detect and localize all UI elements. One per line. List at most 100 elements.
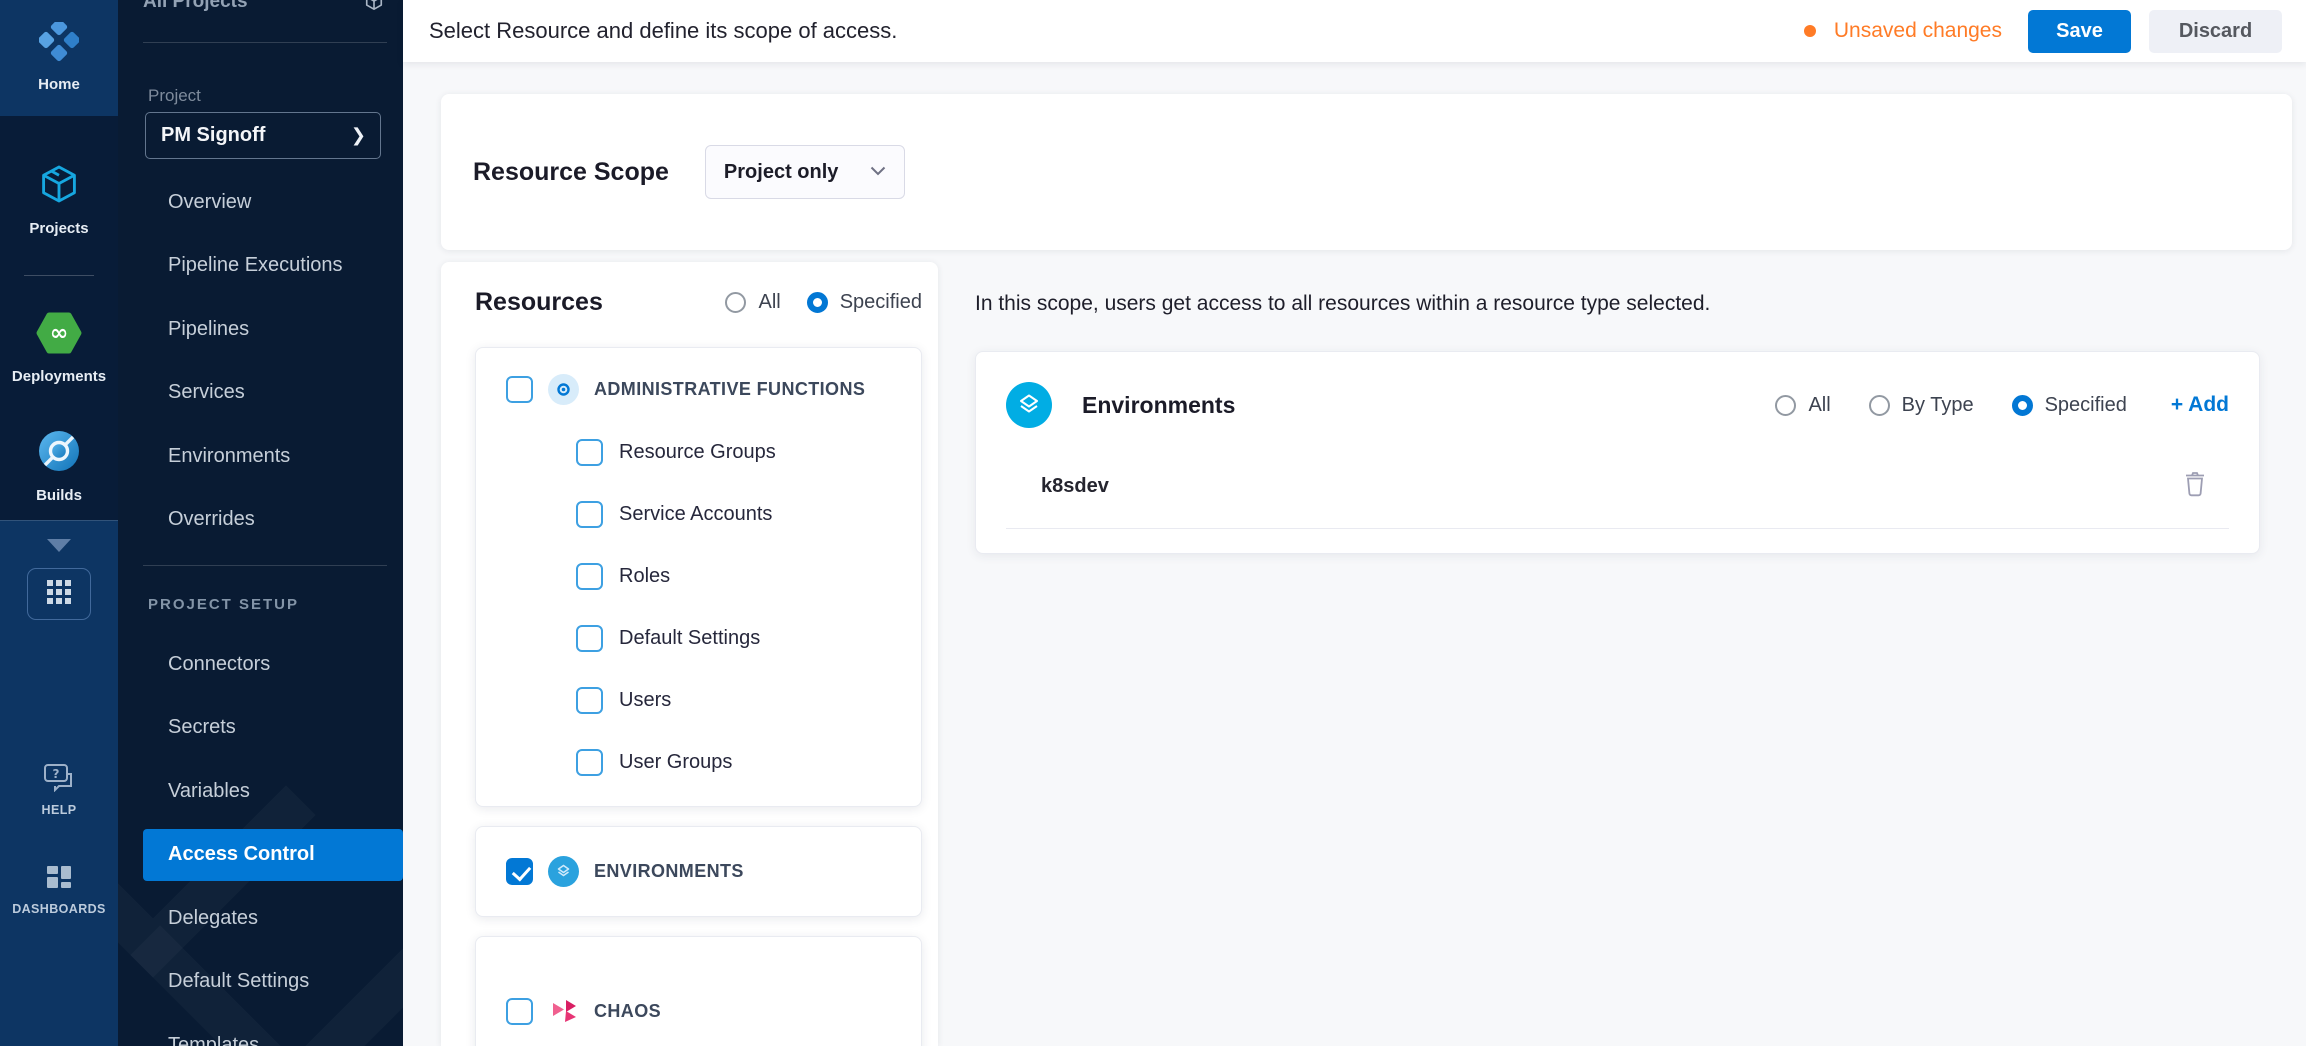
radio-label: Specified xyxy=(840,291,922,314)
deployments-icon: ∞ xyxy=(36,312,82,359)
resource-group-title: ADMINISTRATIVE FUNCTIONS xyxy=(594,379,865,400)
resource-group-title: ENVIRONMENTS xyxy=(594,861,744,882)
admin-functions-checkbox[interactable] xyxy=(506,376,533,403)
rail-label: Projects xyxy=(29,220,88,237)
environments-detail-card: Environments All By Type xyxy=(975,351,2260,554)
rail-item-builds[interactable]: Builds xyxy=(0,415,118,520)
roles-checkbox[interactable] xyxy=(576,563,603,590)
cube-icon xyxy=(363,0,385,13)
scope-dropdown-value: Project only xyxy=(724,161,838,184)
checkbox-label: User Groups xyxy=(619,751,732,774)
builds-icon xyxy=(37,429,81,478)
home-icon xyxy=(39,22,79,67)
environments-checkbox[interactable] xyxy=(506,858,533,885)
rail-item-projects[interactable]: Projects xyxy=(0,148,118,253)
unsaved-changes-label: Unsaved changes xyxy=(1834,19,2002,43)
sidebar-item-overrides[interactable]: Overrides xyxy=(143,494,403,546)
checkbox-label: Default Settings xyxy=(619,627,760,650)
resources-panel: Resources All Specified xyxy=(441,262,938,1046)
detail-panel: In this scope, users get access to all r… xyxy=(975,262,2260,1046)
scope-note: In this scope, users get access to all r… xyxy=(975,292,2260,316)
resources-heading: Resources xyxy=(475,288,603,317)
rail-label: DASHBOARDS xyxy=(12,902,106,916)
sidebar-item-access-control[interactable]: Access Control xyxy=(143,829,403,881)
checkbox-label: Service Accounts xyxy=(619,503,772,526)
sidebar-item-variables[interactable]: Variables xyxy=(143,765,403,817)
chaos-checkbox[interactable] xyxy=(506,998,533,1025)
sidebar-item-delegates[interactable]: Delegates xyxy=(143,892,403,944)
content-area: Resource Scope Project only Resources xyxy=(403,62,2306,1046)
chaos-icon xyxy=(548,996,579,1027)
add-environment-link[interactable]: + Add xyxy=(2171,393,2229,417)
rail-bottom-section: ? HELP DASHBOARDS xyxy=(0,520,118,1046)
rail-item-home[interactable]: Home xyxy=(0,0,118,116)
project-selector[interactable]: PM Signoff ❯ xyxy=(145,112,381,159)
checkbox-row-user-groups: User Groups xyxy=(576,749,901,776)
radio-icon xyxy=(725,292,746,313)
env-radio-by-type[interactable]: By Type xyxy=(1869,394,1974,417)
sidebar-item-secrets[interactable]: Secrets xyxy=(143,702,403,754)
sidebar-item-environments[interactable]: Environments xyxy=(143,430,403,482)
rail-item-dashboards[interactable]: DASHBOARDS xyxy=(12,863,106,916)
sidebar-item-services[interactable]: Services xyxy=(143,367,403,419)
sidebar-item-templates[interactable]: Templates xyxy=(143,1019,403,1046)
project-sidebar: All Projects Project PM Signoff ❯ Overvi… xyxy=(118,0,403,1046)
rail-label: Builds xyxy=(36,487,82,504)
collapse-chevron-down-icon[interactable] xyxy=(47,539,71,552)
help-icon: ? xyxy=(42,762,76,797)
checkbox-row-default-settings: Default Settings xyxy=(576,625,901,652)
module-grid-button[interactable] xyxy=(27,568,91,620)
radio-label: All xyxy=(758,291,780,314)
checkbox-label: Users xyxy=(619,689,671,712)
rail-item-deployments[interactable]: ∞ Deployments xyxy=(0,298,118,401)
rail-label: Home xyxy=(38,76,80,93)
env-radio-specified[interactable]: Specified xyxy=(2012,394,2127,417)
resources-radio-all[interactable]: All xyxy=(725,291,780,314)
svg-text:?: ? xyxy=(53,767,60,781)
sidebar-top-clipped-row[interactable]: All Projects xyxy=(143,0,385,13)
sidebar-item-pipeline-executions[interactable]: Pipeline Executions xyxy=(143,240,403,292)
chevron-right-icon: ❯ xyxy=(351,125,366,146)
sidebar-divider xyxy=(143,565,387,566)
svg-text:∞: ∞ xyxy=(50,321,68,346)
project-setup-section-label: PROJECT SETUP xyxy=(148,596,299,613)
rail-divider xyxy=(24,275,94,276)
unsaved-dot-icon xyxy=(1804,25,1816,37)
service-accounts-checkbox[interactable] xyxy=(576,501,603,528)
users-checkbox[interactable] xyxy=(576,687,603,714)
radio-label: By Type xyxy=(1902,394,1974,417)
radio-label: All xyxy=(1808,394,1830,417)
resource-scope-title: Resource Scope xyxy=(473,158,669,187)
sidebar-item-default-settings[interactable]: Default Settings xyxy=(143,956,403,1008)
checkbox-row-resource-groups: Resource Groups xyxy=(576,439,901,466)
default-settings-checkbox[interactable] xyxy=(576,625,603,652)
resource-groups-checkbox[interactable] xyxy=(576,439,603,466)
checkbox-label: Resource Groups xyxy=(619,441,776,464)
projects-icon xyxy=(37,162,81,211)
resources-radio-specified[interactable]: Specified xyxy=(807,291,922,314)
discard-button[interactable]: Discard xyxy=(2149,10,2282,53)
module-rail: Home Projects xyxy=(0,0,118,1046)
project-label: Project xyxy=(148,86,201,106)
rail-item-help[interactable]: ? HELP xyxy=(42,762,77,817)
save-button[interactable]: Save xyxy=(2028,10,2131,53)
project-name: PM Signoff xyxy=(161,124,265,147)
sidebar-item-overview[interactable]: Overview xyxy=(143,176,403,228)
rail-label: HELP xyxy=(42,803,77,817)
scope-dropdown[interactable]: Project only xyxy=(705,145,905,199)
user-groups-checkbox[interactable] xyxy=(576,749,603,776)
checkbox-label: Roles xyxy=(619,565,670,588)
sidebar-setup-nav: Connectors Secrets Variables Access Cont… xyxy=(118,638,403,1046)
sidebar-item-connectors[interactable]: Connectors xyxy=(143,638,403,690)
all-projects-label: All Projects xyxy=(143,0,248,13)
chevron-down-icon xyxy=(870,163,886,181)
checkbox-row-roles: Roles xyxy=(576,563,901,590)
environments-icon xyxy=(548,856,579,887)
env-radio-all[interactable]: All xyxy=(1775,394,1830,417)
environments-icon xyxy=(1006,382,1052,428)
delete-trash-icon[interactable] xyxy=(2183,470,2207,502)
page-subtitle: Select Resource and define its scope of … xyxy=(429,18,897,44)
environment-row-k8sdev: k8sdev xyxy=(1006,470,2229,529)
sidebar-item-pipelines[interactable]: Pipelines xyxy=(143,303,403,355)
rail-label: Deployments xyxy=(12,368,106,385)
